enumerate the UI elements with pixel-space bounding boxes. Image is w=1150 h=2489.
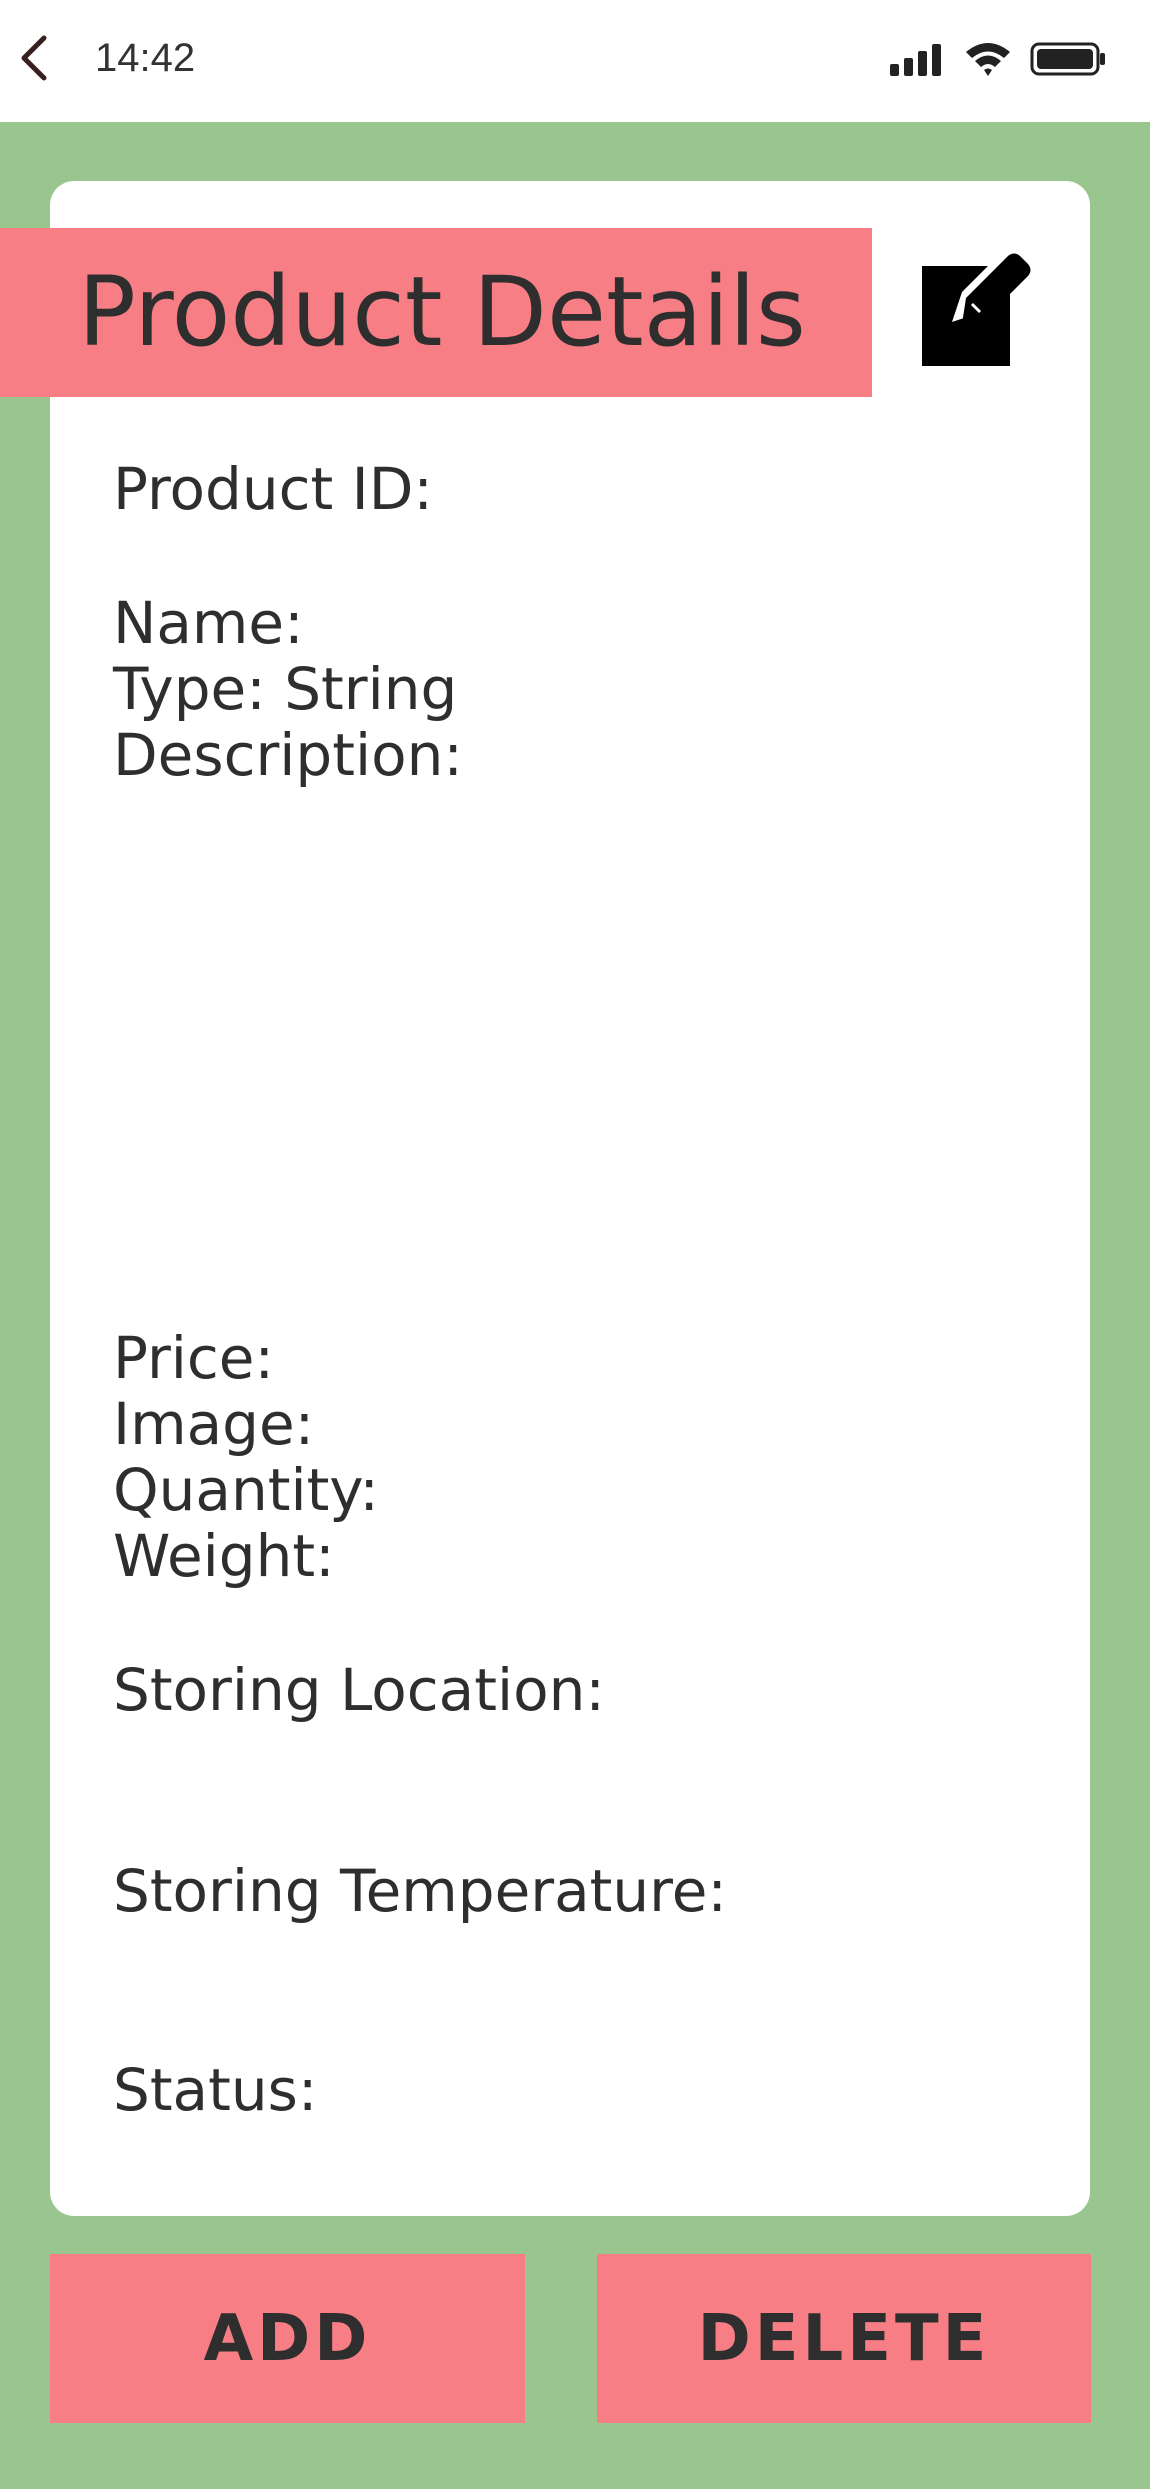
back-arrow-icon[interactable] xyxy=(14,30,54,86)
delete-button[interactable]: DELETE xyxy=(597,2254,1091,2423)
field-description: Description: xyxy=(113,721,463,789)
field-status: Status: xyxy=(113,2056,318,2124)
edit-icon[interactable] xyxy=(922,252,1040,370)
add-button[interactable]: ADD xyxy=(50,2254,525,2423)
signal-icon xyxy=(890,44,941,76)
status-icons xyxy=(890,40,1106,78)
status-time: 14:42 xyxy=(95,36,196,80)
field-weight: Weight: xyxy=(113,1522,335,1590)
field-type: Type: String xyxy=(113,655,458,723)
field-name: Name: xyxy=(113,589,304,657)
page-title: Product Details xyxy=(78,256,806,368)
field-product-id: Product ID: xyxy=(113,455,433,523)
field-storing-temperature: Storing Temperature: xyxy=(113,1857,727,1925)
field-quantity: Quantity: xyxy=(113,1456,379,1524)
field-price: Price: xyxy=(113,1324,275,1392)
wifi-icon xyxy=(966,43,1010,76)
battery-icon xyxy=(1030,42,1105,76)
status-bar: 14:42 xyxy=(0,0,1150,122)
field-storing-location: Storing Location: xyxy=(113,1656,605,1724)
field-image: Image: xyxy=(113,1390,315,1458)
